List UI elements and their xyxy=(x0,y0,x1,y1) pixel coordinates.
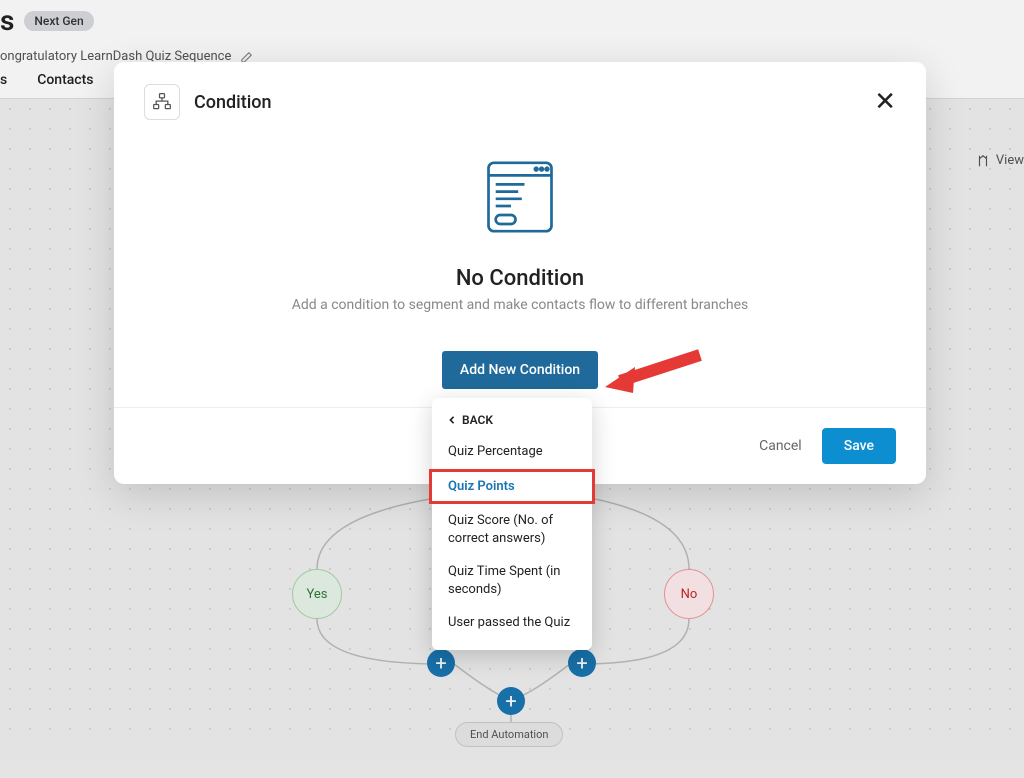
condition-type-dropdown: BACK Quiz Percentage Quiz Points Quiz Sc… xyxy=(432,398,592,650)
condition-icon xyxy=(144,84,180,120)
save-button[interactable]: Save xyxy=(822,428,896,464)
dropdown-back[interactable]: BACK xyxy=(432,408,592,435)
chevron-left-icon xyxy=(448,416,456,424)
empty-state-icon xyxy=(144,152,896,246)
cancel-button[interactable]: Cancel xyxy=(759,438,802,454)
empty-state-subtitle: Add a condition to segment and make cont… xyxy=(144,297,896,313)
dropdown-item-quiz-percentage[interactable]: Quiz Percentage xyxy=(432,435,592,469)
close-icon[interactable]: ✕ xyxy=(874,87,896,117)
modal-body: No Condition Add a condition to segment … xyxy=(114,142,926,389)
dropdown-item-quiz-score[interactable]: Quiz Score (No. of correct answers) xyxy=(432,504,592,555)
add-new-condition-button[interactable]: Add New Condition xyxy=(442,351,598,389)
annotation-arrow xyxy=(605,345,705,409)
dropdown-item-user-passed[interactable]: User passed the Quiz xyxy=(432,606,592,640)
modal-title: Condition xyxy=(194,92,272,113)
dropdown-item-quiz-time[interactable]: Quiz Time Spent (in seconds) xyxy=(432,555,592,606)
dropdown-item-quiz-points[interactable]: Quiz Points xyxy=(429,469,595,505)
modal-header: Condition ✕ xyxy=(114,62,926,142)
empty-state-title: No Condition xyxy=(144,266,896,291)
